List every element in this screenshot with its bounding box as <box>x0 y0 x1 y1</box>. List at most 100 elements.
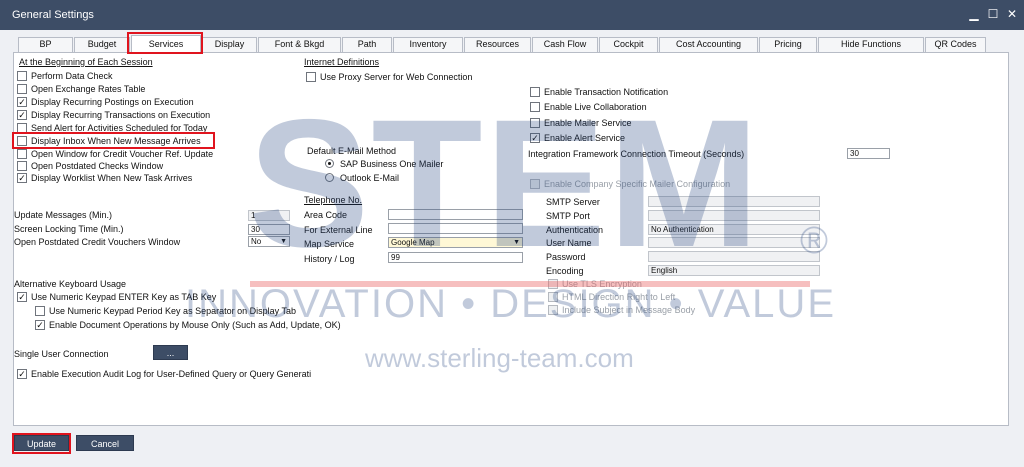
audit-log-label: Enable Execution Audit Log for User-Defi… <box>31 369 312 379</box>
sap-mailer-radio[interactable] <box>325 159 334 168</box>
tab-bp[interactable]: BP <box>18 37 73 52</box>
credit-voucher-ref-label: Open Window for Credit Voucher Ref. Upda… <box>31 149 214 159</box>
single-user-label: Single User Connection <box>14 349 109 359</box>
screen-locking-input[interactable]: 30 <box>248 224 290 235</box>
smtp-port-input[interactable] <box>648 210 820 221</box>
enter-tab-label: Use Numeric Keypad ENTER Key as TAB Key <box>31 292 217 302</box>
recurring-postings-checkbox[interactable]: ✓ <box>17 97 27 107</box>
audit-log-checkbox[interactable]: ✓ <box>17 369 27 379</box>
tab-resources[interactable]: Resources <box>464 37 531 52</box>
html-rtl-label: HTML Direction Right to Left <box>562 292 676 302</box>
update-button-highlight <box>12 433 71 454</box>
tab-font-bkgd[interactable]: Font & Bkgd <box>258 37 341 52</box>
chevron-down-icon: ▼ <box>513 239 520 246</box>
authentication-input[interactable]: No Authentication <box>648 224 820 235</box>
watermark-divider <box>250 281 810 287</box>
title-bar: General Settings ▁ ☐ ✕ <box>0 0 1024 30</box>
encoding-input[interactable]: English <box>648 265 820 276</box>
password-input[interactable] <box>648 251 820 262</box>
timeout-input[interactable]: 30 <box>847 148 890 159</box>
map-service-label: Map Service <box>304 239 355 249</box>
area-code-label: Area Code <box>304 210 348 220</box>
transaction-notification-label: Enable Transaction Notification <box>544 87 669 97</box>
telephone-section-title: Telephone No. <box>304 195 363 205</box>
tab-display[interactable]: Display <box>202 37 257 52</box>
screen-locking-label: Screen Locking Time (Min.) <box>14 224 124 234</box>
mailer-service-checkbox[interactable] <box>530 118 540 128</box>
history-log-label: History / Log <box>304 254 355 264</box>
single-user-button[interactable]: ... <box>153 345 188 360</box>
internet-section-title: Internet Definitions <box>304 57 380 67</box>
live-collaboration-label: Enable Live Collaboration <box>544 102 647 112</box>
maximize-icon[interactable]: ☐ <box>985 6 1001 22</box>
window-title: General Settings <box>12 9 94 21</box>
services-tab-highlight <box>127 32 203 54</box>
mailer-service-label: Enable Mailer Service <box>544 118 632 128</box>
live-collaboration-checkbox[interactable] <box>530 102 540 112</box>
cancel-button[interactable]: Cancel <box>76 435 134 451</box>
tab-hide-functions[interactable]: Hide Functions <box>818 37 924 52</box>
postdated-checks-checkbox[interactable] <box>17 161 27 171</box>
include-subject-checkbox[interactable] <box>548 305 558 315</box>
encoding-label: Encoding <box>546 266 584 276</box>
open-exchange-rates-label: Open Exchange Rates Table <box>31 84 146 94</box>
chevron-down-icon: ▼ <box>280 238 287 245</box>
alert-service-checkbox[interactable]: ✓ <box>530 133 540 143</box>
period-separator-label: Use Numeric Keypad Period Key as Separat… <box>49 306 296 316</box>
history-log-input[interactable]: 99 <box>388 252 523 263</box>
display-inbox-highlight <box>12 132 215 149</box>
update-messages-label: Update Messages (Min.) <box>14 210 113 220</box>
tab-cost-accounting[interactable]: Cost Accounting <box>659 37 758 52</box>
tab-budget[interactable]: Budget <box>74 37 130 52</box>
company-mailer-checkbox[interactable] <box>530 179 540 189</box>
user-name-input[interactable] <box>648 237 820 248</box>
postdated-checks-label: Open Postdated Checks Window <box>31 161 164 171</box>
tab-inventory[interactable]: Inventory <box>393 37 463 52</box>
tab-qr-codes[interactable]: QR Codes <box>925 37 986 52</box>
worklist-checkbox[interactable]: ✓ <box>17 173 27 183</box>
tab-cash-flow[interactable]: Cash Flow <box>532 37 598 52</box>
beginning-section-title: At the Beginning of Each Session <box>19 57 153 67</box>
smtp-port-label: SMTP Port <box>546 211 590 221</box>
proxy-checkbox[interactable] <box>306 72 316 82</box>
postdated-vouchers-label: Open Postdated Credit Vouchers Window <box>14 237 181 247</box>
recurring-postings-label: Display Recurring Postings on Execution <box>31 97 194 107</box>
sap-mailer-label: SAP Business One Mailer <box>340 159 444 169</box>
timeout-label: Integration Framework Connection Timeout… <box>528 149 745 159</box>
transaction-notification-checkbox[interactable] <box>530 87 540 97</box>
company-mailer-label: Enable Company Specific Mailer Configura… <box>544 179 731 189</box>
email-method-title: Default E-Mail Method <box>307 146 397 156</box>
period-separator-checkbox[interactable] <box>35 306 45 316</box>
tab-cockpit[interactable]: Cockpit <box>599 37 658 52</box>
outlook-radio[interactable] <box>325 173 334 182</box>
external-line-input[interactable] <box>388 223 523 234</box>
credit-voucher-ref-checkbox[interactable] <box>17 149 27 159</box>
password-label: Password <box>546 252 586 262</box>
include-subject-label: Include Subject in Message Body <box>562 305 696 315</box>
outlook-label: Outlook E-Mail <box>340 173 400 183</box>
area-code-input[interactable] <box>388 209 523 220</box>
close-icon[interactable]: ✕ <box>1004 6 1020 22</box>
postdated-vouchers-select[interactable]: No ▼ <box>248 236 290 247</box>
html-rtl-checkbox[interactable] <box>548 292 558 302</box>
postdated-vouchers-value: No <box>251 237 262 246</box>
map-service-value: Google Map <box>391 238 435 247</box>
perform-data-check-checkbox[interactable] <box>17 71 27 81</box>
authentication-label: Authentication <box>546 225 604 235</box>
minimize-icon[interactable]: ▁ <box>966 6 982 22</box>
tab-path[interactable]: Path <box>342 37 392 52</box>
proxy-label: Use Proxy Server for Web Connection <box>320 72 473 82</box>
update-messages-input[interactable]: 1 <box>248 210 290 221</box>
mouse-only-label: Enable Document Operations by Mouse Only… <box>49 320 341 330</box>
recurring-transactions-checkbox[interactable]: ✓ <box>17 110 27 120</box>
smtp-server-input[interactable] <box>648 196 820 207</box>
tab-pricing[interactable]: Pricing <box>759 37 817 52</box>
user-name-label: User Name <box>546 238 592 248</box>
enter-tab-checkbox[interactable]: ✓ <box>17 292 27 302</box>
map-service-select[interactable]: Google Map ▼ <box>388 237 523 248</box>
external-line-label: For External Line <box>304 225 373 235</box>
mouse-only-checkbox[interactable]: ✓ <box>35 320 45 330</box>
open-exchange-rates-checkbox[interactable] <box>17 84 27 94</box>
alert-service-label: Enable Alert Service <box>544 133 626 143</box>
worklist-label: Display Worklist When New Task Arrives <box>31 173 193 183</box>
